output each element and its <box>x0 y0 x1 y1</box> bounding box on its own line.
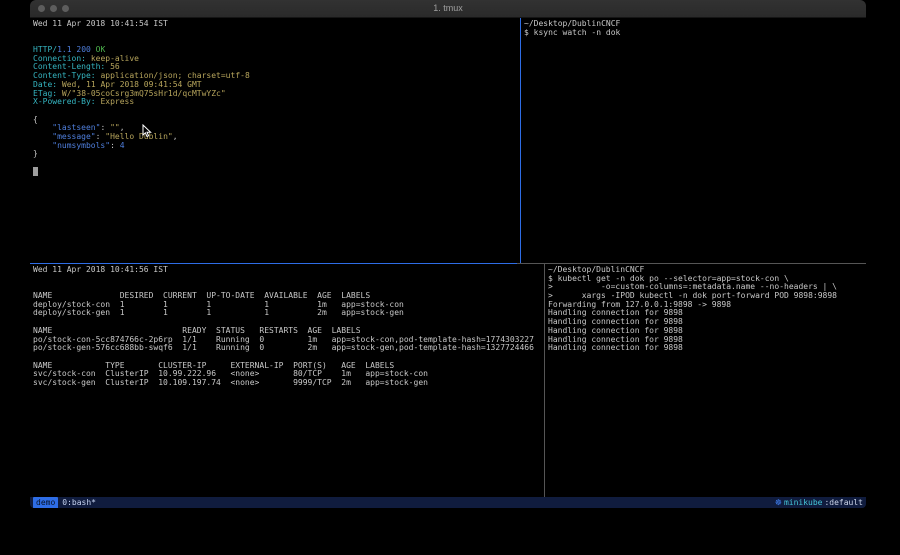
terminal-line: } <box>33 150 520 159</box>
terminal-line <box>33 275 544 284</box>
terminal-line <box>33 37 520 46</box>
pane-http-watch[interactable]: Wed 11 Apr 2018 10:41:54 IST HTTP/1.1 20… <box>30 18 520 263</box>
pane-port-forward[interactable]: ~/Desktop/DublinCNCF$ kubectl get -n dok… <box>545 264 866 497</box>
terminal-line: Wed 11 Apr 2018 10:41:54 IST <box>33 20 520 29</box>
terminal-line <box>33 168 520 177</box>
window-title: 1. tmux <box>30 0 866 17</box>
terminal-line <box>33 107 520 116</box>
terminal-line: Wed 11 Apr 2018 10:41:56 IST <box>33 266 544 275</box>
pane-ksync[interactable]: ~/Desktop/DublinCNCF$ ksync watch -n dok <box>521 18 866 263</box>
terminal-line: Handling connection for 9898 <box>548 344 866 353</box>
tmux-status-bar: demo 0:bash* ☸ minikube :default <box>30 497 866 508</box>
window-tab[interactable]: 0:bash* <box>62 497 96 508</box>
status-left: demo 0:bash* <box>33 497 96 508</box>
terminal-line: "numsymbols": 4 <box>33 142 520 151</box>
pane-row-top: Wed 11 Apr 2018 10:41:54 IST HTTP/1.1 20… <box>30 18 866 263</box>
tmux-window: 1. tmux Wed 11 Apr 2018 10:41:54 IST HTT… <box>30 0 866 508</box>
kubernetes-icon: ☸ <box>775 497 782 508</box>
pane-row-bottom: Wed 11 Apr 2018 10:41:56 IST NAME DESIRE… <box>30 264 866 497</box>
session-name[interactable]: demo <box>33 497 58 508</box>
mouse-cursor <box>142 124 152 138</box>
terminal-line: deploy/stock-gen 1 1 1 1 2m app=stock-ge… <box>33 309 544 318</box>
terminal-line: X-Powered-By: Express <box>33 98 520 107</box>
terminal-line: svc/stock-gen ClusterIP 10.109.197.74 <n… <box>33 379 544 388</box>
terminal-line <box>33 159 520 168</box>
terminal-line <box>33 29 520 38</box>
kube-status: ☸ minikube :default <box>775 497 863 508</box>
kube-context: minikube <box>784 497 823 508</box>
terminal-line: $ ksync watch -n dok <box>524 29 866 38</box>
window-titlebar[interactable]: 1. tmux <box>30 0 866 18</box>
kube-namespace: :default <box>824 497 863 508</box>
terminal: Wed 11 Apr 2018 10:41:54 IST HTTP/1.1 20… <box>30 18 866 497</box>
terminal-line: po/stock-gen-576cc688bb-swqf6 1/1 Runnin… <box>33 344 544 353</box>
pane-kubectl-watch[interactable]: Wed 11 Apr 2018 10:41:56 IST NAME DESIRE… <box>30 264 544 497</box>
desktop-background: 1. tmux Wed 11 Apr 2018 10:41:54 IST HTT… <box>0 0 900 555</box>
